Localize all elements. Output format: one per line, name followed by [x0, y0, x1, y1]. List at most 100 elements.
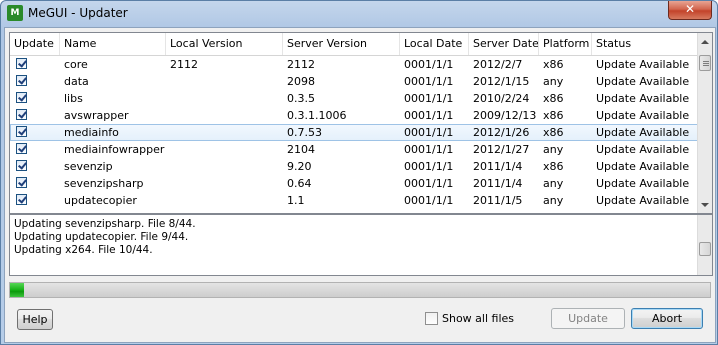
- update-checkbox[interactable]: [16, 75, 27, 86]
- cell-platform: any: [543, 177, 564, 190]
- cell-update: [10, 141, 60, 158]
- cell-name: updatecopier: [64, 194, 137, 207]
- cell-local-version: 2112: [170, 58, 198, 71]
- cell-server-date: 2011/1/4: [473, 160, 523, 173]
- table-row[interactable]: updatecopier 1.1 0001/1/1 2011/1/5 any Update…: [10, 192, 698, 209]
- show-all-files-label[interactable]: Show all files: [442, 311, 514, 326]
- files-list-view[interactable]: Update Name Local Version Server Version…: [9, 32, 713, 214]
- column-header-local-version[interactable]: Local Version: [166, 33, 283, 55]
- update-checkbox[interactable]: [16, 160, 27, 171]
- cell-update: [10, 175, 60, 192]
- column-header-local-date[interactable]: Local Date: [400, 33, 469, 55]
- table-row[interactable]: mediainfo 0.7.53 0001/1/1 2012/1/26 x86 Updat…: [10, 124, 698, 141]
- cell-server-date: 2011/1/5: [473, 194, 523, 207]
- column-header-update[interactable]: Update: [10, 33, 60, 55]
- update-checkbox[interactable]: [16, 177, 27, 188]
- cell-status: Update Available: [596, 160, 690, 173]
- cell-platform: any: [543, 194, 564, 207]
- cell-platform: any: [543, 143, 564, 156]
- cell-update: [10, 73, 60, 90]
- cell-local-date: 0001/1/1: [404, 75, 454, 88]
- close-button[interactable]: ✕: [668, 1, 712, 20]
- cell-local-version: [166, 73, 283, 90]
- update-checkbox[interactable]: [16, 109, 27, 120]
- cell-local-date: 0001/1/1: [404, 143, 454, 156]
- cell-update: [10, 90, 60, 107]
- cell-status: Update Available: [596, 177, 690, 190]
- update-checkbox[interactable]: [16, 58, 27, 69]
- column-header-server-date[interactable]: Server Date: [469, 33, 539, 55]
- cell-server-date: 2009/12/13: [473, 109, 537, 122]
- cell-local-date: 0001/1/1: [404, 109, 454, 122]
- cell-platform: x86: [543, 58, 564, 71]
- window-title: MeGUI - Updater: [28, 6, 128, 20]
- update-button[interactable]: Update: [551, 308, 625, 329]
- cell-update: [10, 192, 60, 209]
- table-row[interactable]: avswrapper 0.3.1.1006 0001/1/1 2009/12/13 x8…: [10, 107, 698, 124]
- cell-local-version: [166, 175, 283, 192]
- table-row[interactable]: sevenzipsharp 0.64 0001/1/1 2011/1/4 any Upda…: [10, 175, 698, 192]
- cell-local-date: 0001/1/1: [404, 92, 454, 105]
- cell-server-version: 0.3.5: [287, 92, 315, 105]
- cell-status: Update Available: [596, 58, 690, 71]
- cell-platform: x86: [543, 92, 564, 105]
- cell-server-date: 2012/1/15: [473, 75, 530, 88]
- cell-local-date: 0001/1/1: [404, 126, 454, 139]
- table-row[interactable]: libs 0.3.5 0001/1/1 2010/2/24 x86 Update Avai…: [10, 90, 698, 107]
- megui-app-icon: M: [7, 5, 23, 21]
- cell-status: Update Available: [596, 126, 690, 139]
- update-checkbox[interactable]: [16, 143, 27, 154]
- cell-name: sevenzip: [64, 160, 113, 173]
- update-progress-bar: [9, 282, 711, 298]
- help-button[interactable]: Help: [17, 309, 53, 330]
- abort-button[interactable]: Abort: [631, 308, 703, 329]
- cell-name: mediainfowrapper: [64, 143, 165, 156]
- cell-server-date: 2010/2/24: [473, 92, 530, 105]
- cell-server-version: 2098: [287, 75, 315, 88]
- cell-local-date: 0001/1/1: [404, 58, 454, 71]
- log-line: Updating x264. File 10/44.: [14, 244, 153, 256]
- scroll-down-arrow-icon[interactable]: [701, 203, 709, 207]
- cell-name: avswrapper: [64, 109, 129, 122]
- cell-server-date: 2012/2/7: [473, 58, 523, 71]
- cell-status: Update Available: [596, 75, 690, 88]
- cell-status: Update Available: [596, 143, 690, 156]
- table-row[interactable]: data 2098 0001/1/1 2012/1/15 any Update Avail…: [10, 73, 698, 90]
- list-header: Update Name Local Version Server Version…: [10, 33, 698, 56]
- log-line: Updating updatecopier. File 9/44.: [14, 231, 189, 243]
- cell-name: mediainfo: [64, 126, 119, 139]
- scroll-up-arrow-icon[interactable]: [701, 40, 709, 44]
- update-checkbox[interactable]: [16, 92, 27, 103]
- update-checkbox[interactable]: [16, 126, 27, 137]
- cell-update: [10, 124, 60, 141]
- list-vertical-scrollbar[interactable]: [697, 33, 712, 213]
- list-rows: core 2112 2112 0001/1/1 2012/2/7 x86 Update Av…: [10, 56, 698, 209]
- table-row[interactable]: core 2112 2112 0001/1/1 2012/2/7 x86 Update Av…: [10, 56, 698, 73]
- cell-status: Update Available: [596, 109, 690, 122]
- dialog-client-area: Update Name Local Version Server Version…: [4, 27, 716, 343]
- cell-local-date: 0001/1/1: [404, 177, 454, 190]
- column-header-server-version[interactable]: Server Version: [283, 33, 400, 55]
- cell-update: [10, 107, 60, 124]
- list-scroll-thumb[interactable]: [699, 55, 711, 71]
- table-row[interactable]: mediainfowrapper 2104 0001/1/1 2012/1/27 any…: [10, 141, 698, 158]
- update-checkbox[interactable]: [16, 194, 27, 205]
- log-vertical-scrollbar[interactable]: [697, 215, 712, 275]
- title-bar[interactable]: M MeGUI - Updater ✕: [1, 1, 717, 27]
- cell-name: data: [64, 75, 89, 88]
- table-row[interactable]: sevenzip 9.20 0001/1/1 2011/1/4 x86 Update Av…: [10, 158, 698, 175]
- column-header-status[interactable]: Status: [592, 33, 698, 55]
- cell-update: [10, 158, 60, 175]
- cell-server-version: 9.20: [287, 160, 312, 173]
- cell-server-version: 0.3.1.1006: [287, 109, 347, 122]
- log-scroll-thumb[interactable]: [699, 242, 711, 256]
- column-header-name[interactable]: Name: [60, 33, 166, 55]
- show-all-files-box[interactable]: [425, 312, 438, 325]
- column-header-platform[interactable]: Platform: [539, 33, 592, 55]
- cell-platform: x86: [543, 126, 564, 139]
- cell-server-date: 2011/1/4: [473, 177, 523, 190]
- cell-local-version: [166, 124, 283, 141]
- log-textbox[interactable]: Updating sevenzipsharp. File 8/44. Updat…: [9, 214, 713, 276]
- cell-server-date: 2012/1/26: [473, 126, 530, 139]
- cell-local-date: 0001/1/1: [404, 160, 454, 173]
